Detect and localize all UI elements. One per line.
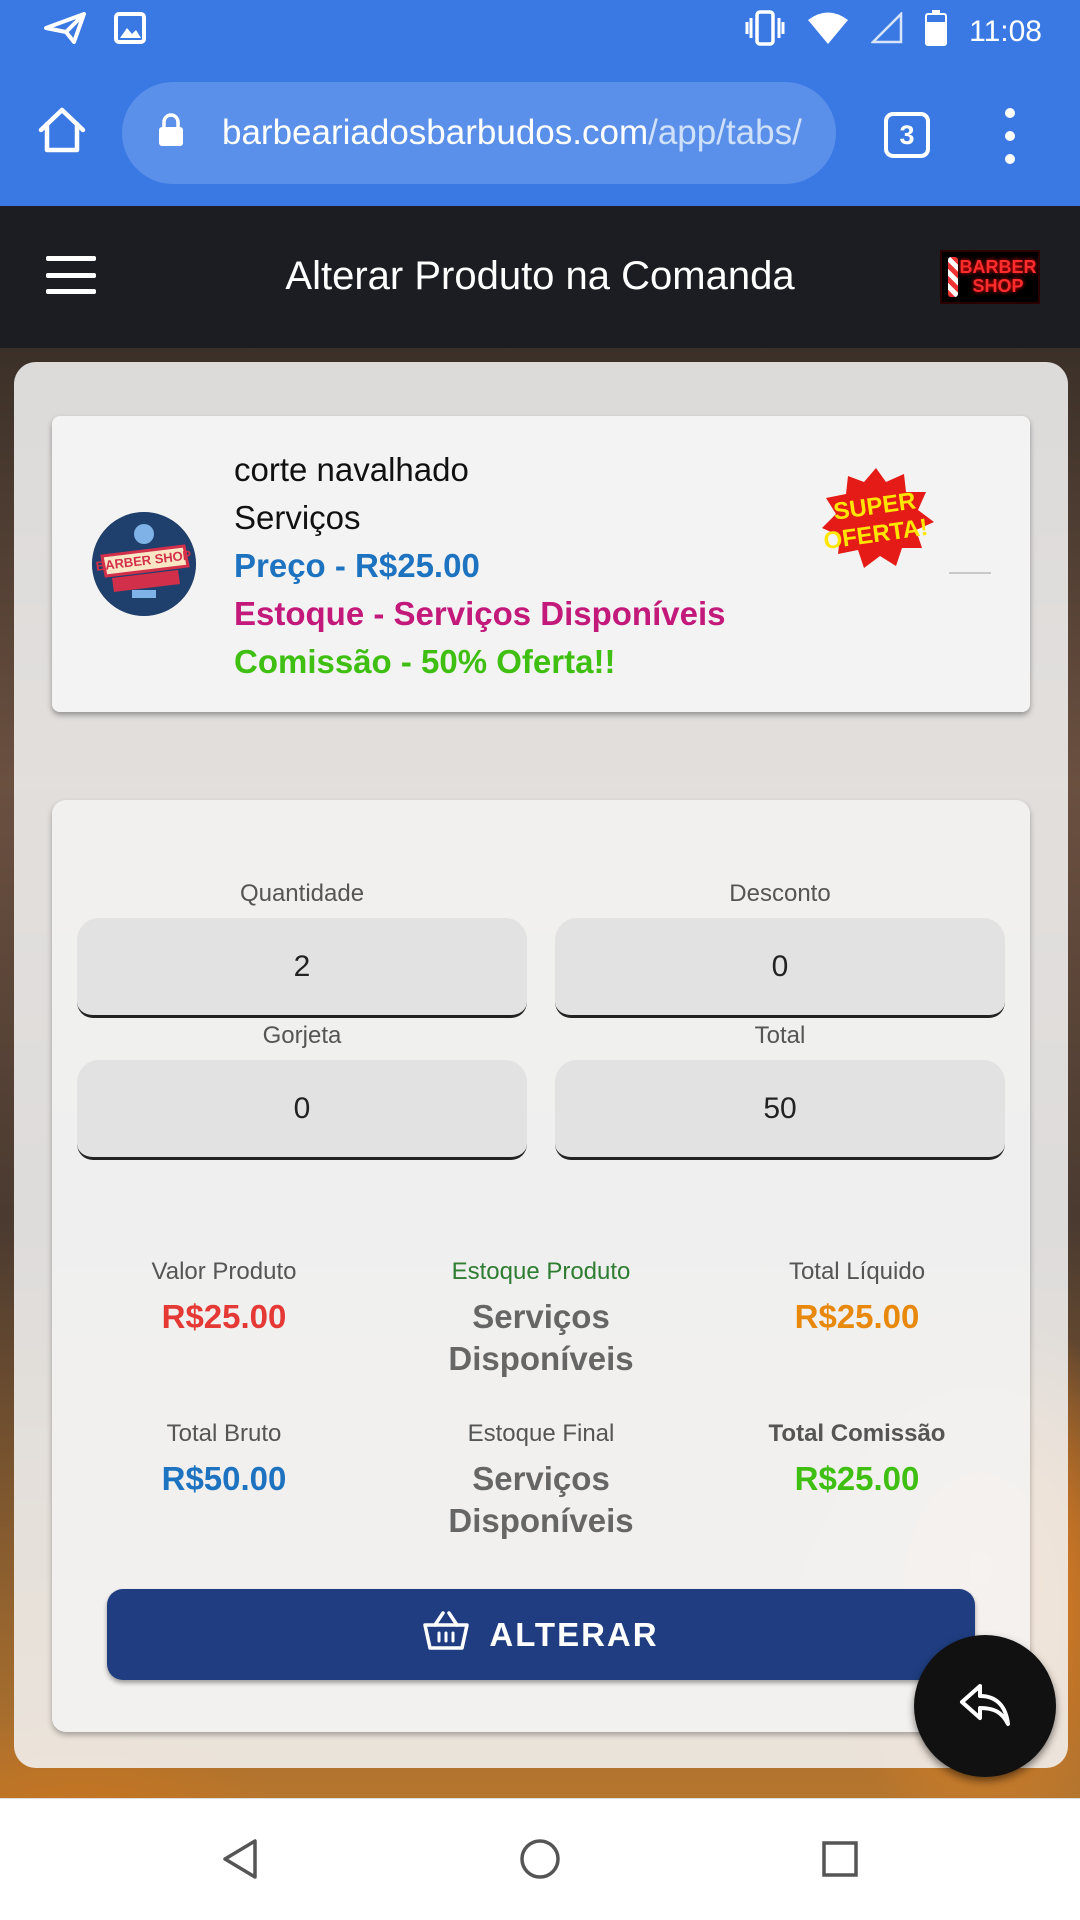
- estoque-produto-value: Serviços Disponíveis: [448, 1298, 634, 1377]
- alterar-label: ALTERAR: [489, 1615, 659, 1653]
- total-comissao-stat: Total Comissão R$25.00: [697, 1420, 1017, 1500]
- card-divider: [949, 572, 991, 574]
- total-input[interactable]: 50: [555, 1060, 1005, 1160]
- app-header: Alterar Produto na Comanda BARBER SHOP: [0, 206, 1080, 348]
- estoque-final-stat: Estoque Final Serviços Disponíveis: [381, 1420, 701, 1542]
- estoque-final-value: Serviços Disponíveis: [448, 1460, 634, 1539]
- battery-icon: [925, 10, 948, 54]
- product-name: corte navalhado: [234, 451, 469, 488]
- tab-switcher-button[interactable]: 3: [884, 112, 930, 158]
- basket-icon: [423, 1610, 470, 1659]
- valor-produto-label: Valor Produto: [151, 1258, 297, 1285]
- estoque-produto-label: Estoque Produto: [451, 1258, 631, 1285]
- total-liquido-value: R$25.00: [794, 1298, 920, 1335]
- android-nav-bar: [0, 1798, 1080, 1920]
- vibrate-icon: [745, 10, 785, 54]
- estoque-produto-stat: Estoque Produto Serviços Disponíveis: [381, 1258, 701, 1380]
- wifi-icon: [807, 11, 849, 53]
- reply-icon: [958, 1680, 1012, 1733]
- total-comissao-label: Total Comissão: [768, 1420, 946, 1447]
- total-liquido-stat: Total Líquido R$25.00: [697, 1258, 1017, 1338]
- product-card: BARBER SHOP corte navalhado Serviços Pre…: [52, 416, 1030, 712]
- gorjeta-input[interactable]: 0: [77, 1060, 527, 1160]
- total-field: Total 50: [555, 1022, 1005, 1162]
- page-title: Alterar Produto na Comanda: [285, 254, 795, 298]
- gorjeta-label: Gorjeta: [262, 1022, 342, 1049]
- home-icon[interactable]: [30, 98, 94, 162]
- product-category: Serviços: [234, 499, 361, 536]
- product-stock: Estoque - Serviços Disponíveis: [234, 595, 726, 632]
- url-text: barbeariadosbarbudos.com/app/tabs/: [222, 113, 802, 153]
- product-commission: Comissão - 50% Oferta!!: [234, 643, 616, 680]
- barber-pole-icon: [948, 257, 958, 297]
- valor-produto-value: R$25.00: [161, 1298, 287, 1335]
- image-icon: [114, 12, 146, 49]
- url-bar[interactable]: barbeariadosbarbudos.com/app/tabs/: [122, 82, 836, 184]
- url-path: /app/tabs/: [648, 113, 802, 152]
- desconto-input[interactable]: 0: [555, 918, 1005, 1018]
- status-bar: 11:08: [0, 0, 1080, 62]
- home-circle-icon[interactable]: [518, 1837, 562, 1881]
- signal-icon: [870, 10, 903, 52]
- total-bruto-value: R$50.00: [161, 1460, 287, 1497]
- quantidade-field: Quantidade 2: [77, 880, 527, 1020]
- quantidade-label: Quantidade: [239, 880, 365, 907]
- logo-text: BARBER SHOP: [959, 257, 1037, 296]
- super-oferta-badge: SUPER OFERTA!: [818, 466, 934, 570]
- send-icon: [44, 12, 86, 49]
- total-bruto-stat: Total Bruto R$50.00: [64, 1420, 384, 1500]
- browser-toolbar: barbeariadosbarbudos.com/app/tabs/ 3: [0, 62, 1080, 206]
- browser-chrome: 11:08 barbeariadosbarbudos.com/app/tabs/…: [0, 0, 1080, 206]
- lock-icon: [158, 113, 192, 153]
- browser-menu-icon[interactable]: [990, 108, 1030, 164]
- alterar-button[interactable]: ALTERAR: [107, 1589, 975, 1680]
- back-reply-button[interactable]: [914, 1635, 1056, 1777]
- desconto-field: Desconto 0: [555, 880, 1005, 1020]
- total-comissao-value: R$25.00: [794, 1460, 920, 1497]
- desconto-label: Desconto: [729, 880, 831, 907]
- total-bruto-label: Total Bruto: [166, 1420, 282, 1447]
- tab-count: 3: [899, 119, 915, 150]
- recents-icon[interactable]: [818, 1837, 862, 1881]
- product-info: corte navalhado Serviços Preço - R$25.00…: [234, 446, 726, 686]
- product-price: Preço - R$25.00: [234, 547, 480, 584]
- status-time: 11:08: [969, 15, 1042, 48]
- valor-produto-stat: Valor Produto R$25.00: [64, 1258, 384, 1338]
- total-liquido-label: Total Líquido: [788, 1258, 926, 1285]
- gorjeta-field: Gorjeta 0: [77, 1022, 527, 1162]
- barber-shop-logo: BARBER SHOP: [940, 250, 1040, 304]
- estoque-final-label: Estoque Final: [467, 1420, 615, 1447]
- product-avatar: BARBER SHOP: [92, 512, 196, 616]
- total-label: Total: [754, 1022, 806, 1049]
- url-host: barbeariadosbarbudos.com: [222, 113, 649, 152]
- quantidade-input[interactable]: 2: [77, 918, 527, 1018]
- back-icon[interactable]: [219, 1837, 263, 1881]
